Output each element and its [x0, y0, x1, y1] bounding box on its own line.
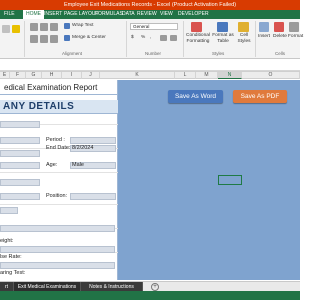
ribbon-separator: [183, 21, 184, 57]
align-top-icon[interactable]: [30, 23, 38, 31]
formula-bar[interactable]: [0, 60, 300, 71]
number-format-dropdown[interactable]: General: [130, 23, 178, 30]
column-header[interactable]: H: [42, 72, 62, 79]
field-input[interactable]: [0, 162, 40, 169]
ribbon-tabs: FILE HOME INSERT PAGE LAYOUT FORMULAS DA…: [0, 10, 300, 19]
delete-button[interactable]: Delete: [273, 34, 287, 40]
tab-file[interactable]: FILE: [4, 10, 15, 19]
ribbon-separator: [126, 21, 127, 57]
wrap-text-button[interactable]: Wrap Text: [72, 23, 93, 29]
align-middle-icon[interactable]: [40, 23, 48, 31]
tab-page-layout[interactable]: PAGE LAYOUT: [64, 10, 99, 19]
column-header[interactable]: K: [100, 72, 175, 79]
cell-styles-icon: [238, 22, 249, 32]
period-label: Period :: [46, 137, 65, 143]
wrap-text-icon: [64, 23, 70, 29]
field-input[interactable]: [0, 121, 40, 128]
tab-developer[interactable]: DEVELOPER: [178, 10, 209, 19]
field-input[interactable]: [0, 207, 18, 214]
tab-data[interactable]: DATA: [122, 10, 135, 19]
font-color-icon[interactable]: [2, 25, 10, 33]
ribbon-separator: [24, 21, 25, 57]
column-header[interactable]: F: [10, 72, 26, 79]
align-center-icon[interactable]: [40, 35, 48, 43]
age-label: Age:: [46, 162, 58, 168]
cells-group-label: Cells: [275, 51, 286, 56]
align-left-icon[interactable]: [30, 35, 38, 43]
end-date-label: End Date:: [46, 145, 71, 151]
column-header[interactable]: G: [26, 72, 42, 79]
fill-color-icon[interactable]: [12, 25, 20, 33]
merge-center-button[interactable]: Merge & Center: [72, 35, 106, 41]
percent-button[interactable]: %: [141, 35, 145, 41]
add-sheet-icon[interactable]: +: [151, 283, 159, 291]
tab-view[interactable]: VIEW: [160, 10, 173, 19]
tab-home[interactable]: HOME: [23, 10, 44, 19]
decrease-decimal-icon[interactable]: [170, 35, 177, 41]
field-input[interactable]: [0, 262, 115, 269]
save-as-word-button[interactable]: Save As Word: [168, 90, 223, 103]
column-headers: E F G H I J K L M N O: [0, 71, 300, 79]
end-date-value: 8/2/2024: [72, 145, 94, 151]
conditional-formatting-button[interactable]: Conditional Formatting: [185, 33, 211, 45]
column-header[interactable]: E: [0, 72, 10, 79]
column-header[interactable]: O: [242, 72, 300, 79]
company-details-header: ANY DETAILS: [0, 100, 118, 114]
field-input[interactable]: [0, 179, 40, 186]
gridline: [0, 172, 118, 173]
align-bottom-icon[interactable]: [50, 23, 58, 31]
format-as-table-icon: [217, 22, 228, 32]
field-input[interactable]: [0, 193, 40, 200]
position-input[interactable]: [70, 193, 116, 200]
tab-review[interactable]: REVIEW: [137, 10, 157, 19]
column-header[interactable]: L: [175, 72, 196, 79]
conditional-formatting-icon: [191, 22, 202, 32]
hearing-test-label: aring Test:: [0, 270, 26, 276]
column-header[interactable]: I: [62, 72, 82, 79]
tab-insert[interactable]: INSERT: [44, 10, 62, 19]
styles-group-label: Styles: [212, 51, 225, 56]
insert-button[interactable]: Insert: [258, 34, 270, 40]
window-title: Employee Exit Medications Records - Exce…: [0, 0, 300, 10]
position-label: Position:: [46, 193, 68, 199]
number-group-label: Number: [145, 51, 162, 56]
save-as-pdf-button[interactable]: Save As PDF: [233, 90, 287, 103]
column-header[interactable]: J: [82, 72, 100, 79]
increase-decimal-icon[interactable]: [160, 35, 167, 41]
gridline: [0, 204, 118, 205]
currency-button[interactable]: $: [131, 35, 134, 41]
format-button[interactable]: Format: [288, 34, 303, 40]
comma-button[interactable]: ,: [150, 35, 151, 41]
button-panel: [118, 80, 300, 280]
report-title: edical Examination Report: [4, 83, 98, 92]
period-input[interactable]: [70, 137, 116, 144]
field-input[interactable]: [0, 137, 40, 144]
tab-formulas[interactable]: FORMULAS: [95, 10, 123, 19]
cell-styles-button[interactable]: Cell Styles: [235, 33, 253, 45]
height-label: eight:: [0, 238, 14, 244]
format-as-table-button[interactable]: Format as Table: [211, 33, 235, 45]
pulse-rate-label: lse Rate:: [0, 254, 22, 260]
age-value: Male: [72, 162, 84, 168]
merge-center-icon: [64, 35, 70, 41]
alignment-group-label: Alignment: [62, 51, 83, 56]
format-cells-icon: [289, 22, 299, 32]
ribbon-separator: [255, 21, 256, 57]
company-details-title: ANY DETAILS: [3, 101, 75, 112]
align-right-icon[interactable]: [50, 35, 58, 43]
field-input[interactable]: [0, 246, 115, 253]
ribbon: Wrap Text Merge & Center Alignment Gener…: [0, 19, 303, 59]
column-header-selected[interactable]: N: [218, 72, 242, 79]
sheet-tab-bar: rt Exit Medical Examinations Notes & Ins…: [0, 281, 300, 292]
insert-cells-icon: [259, 22, 269, 32]
column-header[interactable]: M: [196, 72, 218, 79]
field-input[interactable]: [0, 150, 40, 157]
status-bar: [0, 291, 300, 300]
delete-cells-icon: [274, 22, 284, 32]
field-input[interactable]: [0, 225, 115, 232]
selected-cell[interactable]: [218, 175, 242, 185]
